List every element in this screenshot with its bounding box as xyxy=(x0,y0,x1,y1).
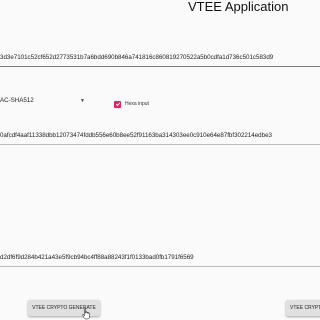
app-title: VTEE Application xyxy=(188,0,289,14)
crypto-secondary-button[interactable]: VTEE CRYPTO xyxy=(286,300,320,316)
hexa-input-label: Hexa input xyxy=(125,101,149,107)
output-text-field[interactable]: d2df6f9d284b421a43e5f9cb94bc4ff88a88243f… xyxy=(0,254,320,267)
hexa-input-toggle[interactable]: Hexa input xyxy=(114,99,149,109)
chevron-down-icon: ▼ xyxy=(80,98,85,104)
algorithm-select-value: AC-SHA512 xyxy=(0,97,34,104)
check-icon xyxy=(115,102,120,107)
app-root: VTEE Application 3d3e7101c52cf652d277353… xyxy=(0,0,320,320)
algorithm-select[interactable]: AC-SHA512 ▼ xyxy=(0,96,88,106)
hand-cursor-icon xyxy=(82,308,90,320)
key-text-field[interactable]: 0afcdf4aaf11338dbb12073474fddb556e60b8ee… xyxy=(0,132,320,145)
input-text-field[interactable]: 3d3e7101c52cf652d2773531b7a6bdd690b846a7… xyxy=(0,54,320,67)
hexa-input-checkbox[interactable] xyxy=(114,100,121,108)
